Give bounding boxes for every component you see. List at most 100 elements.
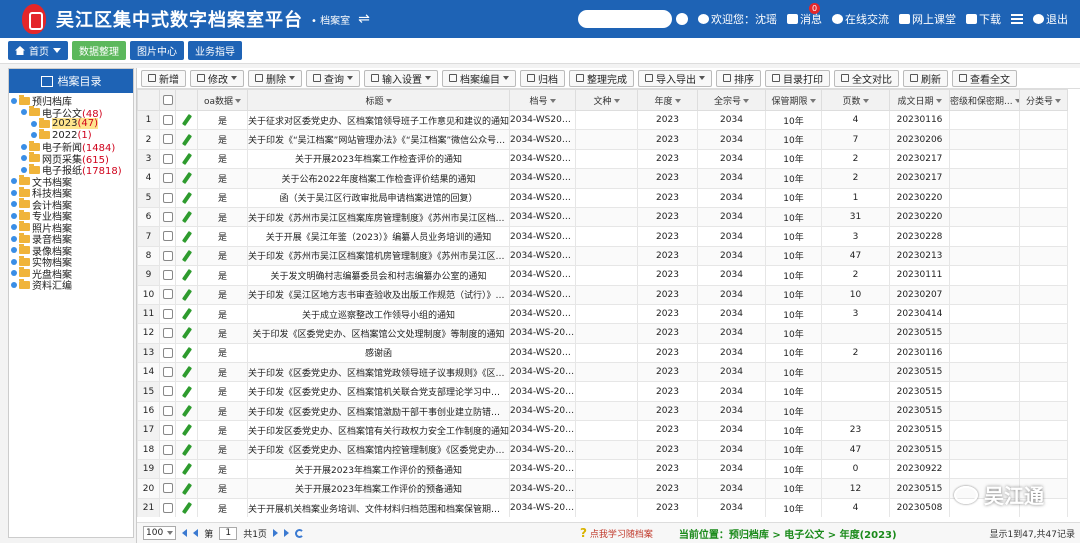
column-header[interactable]: 档号 (509, 89, 576, 111)
prev-page-icon[interactable] (193, 529, 199, 537)
user-welcome[interactable]: 欢迎您：沈瑶 (698, 11, 777, 27)
column-header[interactable] (159, 89, 176, 111)
expand-toggle-icon[interactable] (11, 235, 17, 242)
row-checkbox[interactable] (162, 192, 173, 203)
row-checkbox[interactable] (162, 386, 173, 397)
tree-node[interactable]: 资料汇编 (9, 278, 133, 292)
toolbar-button[interactable]: 导入导出 (638, 69, 712, 87)
toolbar-button[interactable]: 修改 (190, 69, 244, 87)
first-page-icon[interactable] (182, 529, 188, 537)
image-center-button[interactable]: 图片中心 (130, 41, 184, 60)
online-class-link[interactable]: 网上课堂 (899, 11, 956, 27)
expand-toggle-icon[interactable] (11, 247, 17, 254)
table-row[interactable]: 7 是关于开展《吴江年鉴（2023）》编纂人员业务培训的通知 2034-WS2023… (137, 226, 1068, 247)
toolbar-button[interactable]: 刷新 (903, 69, 948, 87)
menu-button[interactable] (1011, 14, 1023, 24)
table-row[interactable]: 12 是关于印发《区委党史办、区档案馆公文处理制度》等制度的通知 2034-WS-2… (137, 323, 1068, 344)
column-header[interactable] (175, 89, 198, 111)
edit-pencil-icon[interactable] (181, 482, 192, 495)
row-checkbox[interactable] (162, 405, 173, 416)
expand-toggle-icon[interactable] (31, 120, 37, 127)
table-row[interactable]: 11 是关于成立巡察整改工作领导小组的通知 2034-WS2023... 2023 20… (137, 303, 1068, 325)
row-checkbox[interactable] (162, 153, 173, 164)
toolbar-button[interactable]: 输入设置 (364, 69, 438, 87)
edit-pencil-icon[interactable] (181, 133, 192, 146)
table-row[interactable]: 16 是关于印发《区委党史办、区档案馆激励干部干事创业建立防错容错纠错... 203… (137, 400, 1068, 422)
column-header[interactable]: 密级和保密期... (949, 89, 1020, 111)
table-row[interactable]: 13 是感谢函 2034-WS2023... 2023 2034 10年 2 20230116 (137, 342, 1068, 364)
edit-pencil-icon[interactable] (181, 385, 192, 398)
column-header[interactable]: 文种 (575, 89, 638, 111)
messages-link[interactable]: 消息 0 (787, 3, 822, 27)
expand-toggle-icon[interactable] (11, 201, 17, 208)
page-number-input[interactable]: 1 (219, 526, 238, 540)
row-checkbox[interactable] (162, 211, 173, 222)
edit-pencil-icon[interactable] (181, 501, 192, 515)
toolbar-button[interactable]: 档案编目 (442, 69, 516, 87)
row-checkbox[interactable] (162, 173, 173, 184)
expand-toggle-icon[interactable] (31, 132, 37, 139)
row-checkbox[interactable] (162, 463, 173, 474)
row-checkbox[interactable] (162, 483, 173, 494)
edit-pencil-icon[interactable] (181, 443, 192, 456)
edit-pencil-icon[interactable] (181, 404, 192, 418)
next-page-icon[interactable] (272, 529, 278, 537)
row-checkbox[interactable] (162, 502, 173, 513)
edit-pencil-icon[interactable] (181, 249, 192, 262)
toolbar-button[interactable]: 全文对比 (834, 69, 899, 87)
column-header[interactable]: oa数据 (197, 89, 248, 111)
table-row[interactable]: 10 是关于印发《吴江区地方志书审查验收及出版工作规范（试行）》的通知 2034-W… (137, 284, 1068, 305)
refresh-icon[interactable] (294, 528, 304, 538)
column-header[interactable]: 页数 (821, 89, 890, 111)
swap-icon[interactable]: ⇌ (358, 11, 370, 27)
row-checkbox[interactable] (162, 134, 173, 145)
business-guide-button[interactable]: 业务指导 (188, 41, 242, 60)
table-row[interactable]: 9 是关于发文明确村志编纂委员会和村志编纂办公室的通知 2034-WS2023...… (137, 265, 1068, 286)
toolbar-button[interactable]: 删除 (248, 69, 302, 87)
table-row[interactable]: 14 是关于印发《区委党史办、区档案馆党政领导班子议事规则》《区委党史... 203… (137, 362, 1068, 383)
row-checkbox[interactable] (162, 270, 173, 281)
row-checkbox[interactable] (162, 328, 173, 339)
table-row[interactable]: 4 是关于公布2022年度档案工作检查评价结果的通知 2034-WS2023... 2… (137, 168, 1068, 189)
column-header[interactable]: 保管期限 (765, 89, 822, 111)
expand-toggle-icon[interactable] (11, 212, 17, 219)
edit-pencil-icon[interactable] (181, 463, 192, 476)
expand-toggle-icon[interactable] (21, 166, 27, 173)
table-row[interactable]: 2 是关于印发《“吴江档案”网站管理办法》《“吴江档案”微信公众号管理办... 20… (137, 129, 1068, 150)
edit-pencil-icon[interactable] (181, 308, 192, 321)
toolbar-button[interactable]: 新增 (141, 69, 186, 87)
expand-toggle-icon[interactable] (11, 258, 17, 265)
expand-toggle-icon[interactable] (11, 97, 17, 104)
toolbar-button[interactable]: 查看全文 (952, 69, 1017, 87)
row-checkbox[interactable] (162, 289, 173, 300)
edit-pencil-icon[interactable] (181, 327, 192, 340)
table-row[interactable]: 17 是关于印发区委党史办、区档案馆有关行政权力安全工作制度的通知 2034-WS-… (137, 420, 1068, 441)
edit-pencil-icon[interactable] (181, 211, 192, 224)
page-size-select[interactable]: 100 (143, 526, 177, 540)
edit-pencil-icon[interactable] (181, 424, 192, 437)
tree-node[interactable]: 电子公文(48) (9, 106, 133, 120)
edit-pencil-icon[interactable] (181, 172, 192, 185)
expand-toggle-icon[interactable] (11, 178, 17, 185)
row-checkbox[interactable] (162, 308, 173, 319)
table-row[interactable]: 15 是关于印发《区委党史办、区档案馆机关联合党支部理论学习中心组学习... 203… (137, 381, 1068, 402)
column-header[interactable]: 年度 (637, 89, 698, 111)
table-row[interactable]: 1 是关于征求对区委党史办、区档案馆领导班子工作意见和建议的通知 2034-WS20… (137, 109, 1068, 131)
table-row[interactable]: 3 是关于开展2023年档案工作检查评价的通知 2034-WS2023... 2023… (137, 148, 1068, 170)
table-row[interactable]: 19 是关于开展2023年档案工作评价的预备通知 2034-WS-202... 202… (137, 459, 1068, 480)
row-checkbox[interactable] (162, 231, 173, 242)
expand-toggle-icon[interactable] (11, 270, 17, 277)
edit-pencil-icon[interactable] (181, 191, 192, 204)
column-header[interactable] (137, 89, 160, 111)
expand-toggle-icon[interactable] (11, 224, 17, 231)
search-icon[interactable] (676, 13, 688, 25)
row-checkbox[interactable] (162, 425, 173, 436)
logout-link[interactable]: 退出 (1033, 11, 1068, 27)
table-row[interactable]: 21 是关于开展机关档案业务培训、文件材料归档范围和档案保管期限表三个... 203… (137, 497, 1068, 517)
toolbar-button[interactable]: 查询 (306, 69, 360, 87)
expand-toggle-icon[interactable] (21, 109, 27, 116)
expand-toggle-icon[interactable] (11, 189, 17, 196)
table-row[interactable]: 6 是关于印发《苏州市吴江区档案库房管理制度》《苏州市吴江区档案馆... 2034-… (137, 206, 1068, 228)
row-checkbox[interactable] (162, 367, 173, 378)
expand-toggle-icon[interactable] (11, 281, 17, 288)
